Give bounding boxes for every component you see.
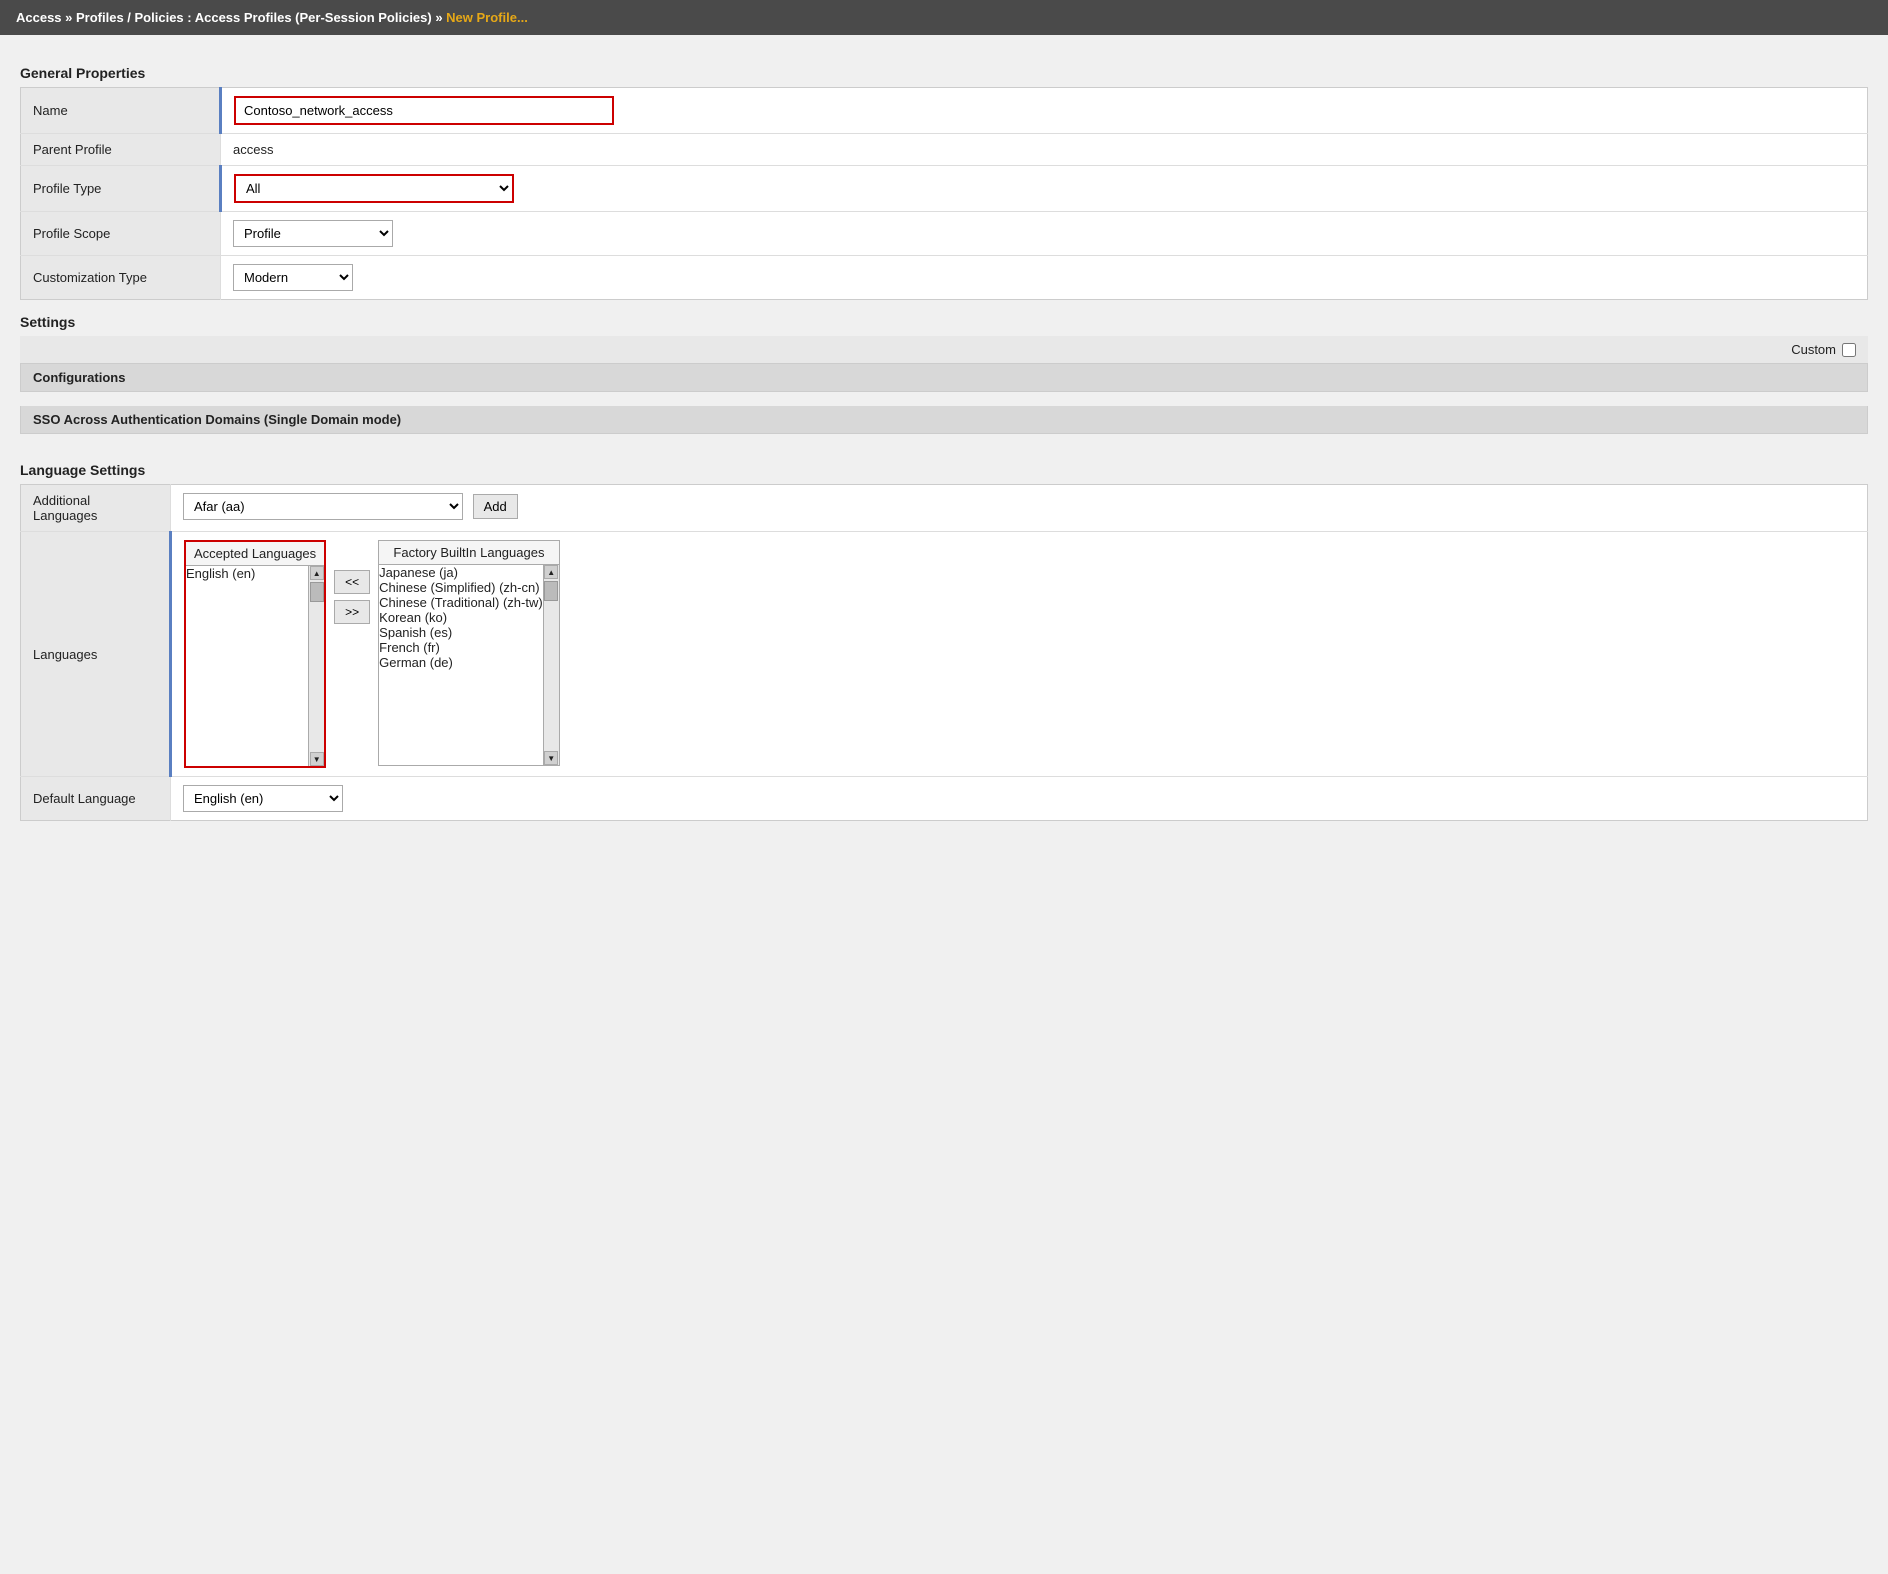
scroll-up-arrow[interactable]: ▲ bbox=[544, 565, 558, 579]
language-settings-table: Additional Languages Afar (aa) Abkhazian… bbox=[20, 484, 1868, 821]
list-item[interactable]: Chinese (Traditional) (zh-tw) bbox=[379, 595, 543, 610]
default-language-row: Default Language English (en) Japanese (… bbox=[21, 777, 1868, 821]
profile-scope-select[interactable]: Profile Global Named bbox=[233, 220, 393, 247]
transfer-left-button[interactable]: << bbox=[334, 570, 370, 594]
customization-type-label: Customization Type bbox=[21, 256, 221, 300]
custom-checkbox[interactable] bbox=[1842, 343, 1856, 357]
default-language-select[interactable]: English (en) Japanese (ja) Chinese (Simp… bbox=[183, 785, 343, 812]
language-settings-heading: Language Settings bbox=[20, 462, 1868, 478]
list-item[interactable]: Chinese (Simplified) (zh-cn) bbox=[379, 580, 543, 595]
list-item[interactable]: Japanese (ja) bbox=[379, 565, 543, 580]
general-properties-table: Name Parent Profile access Profile Type … bbox=[20, 87, 1868, 300]
scroll-down-arrow[interactable]: ▼ bbox=[310, 752, 324, 766]
list-item[interactable]: Korean (ko) bbox=[379, 610, 543, 625]
breadcrumb-base: Access » Profiles / Policies : Access Pr… bbox=[16, 10, 446, 25]
general-properties-heading: General Properties bbox=[20, 65, 1868, 81]
language-boxes-container: Accepted Languages English (en) ▲ ▼ bbox=[184, 540, 1855, 768]
breadcrumb: Access » Profiles / Policies : Access Pr… bbox=[0, 0, 1888, 35]
profile-scope-row: Profile Scope Profile Global Named bbox=[21, 212, 1868, 256]
profile-type-value-cell: All LTM-APM SSL-VPN Named bbox=[221, 166, 1868, 212]
transfer-buttons: << >> bbox=[334, 540, 370, 624]
customization-type-value-cell: Modern Standard bbox=[221, 256, 1868, 300]
list-item[interactable]: French (fr) bbox=[379, 640, 543, 655]
accepted-listbox-wrapper: English (en) ▲ ▼ bbox=[186, 566, 324, 766]
settings-heading: Settings bbox=[20, 314, 1868, 330]
default-language-control-cell: English (en) Japanese (ja) Chinese (Simp… bbox=[171, 777, 1868, 821]
languages-label: Languages bbox=[21, 532, 171, 777]
default-language-label: Default Language bbox=[21, 777, 171, 821]
accepted-listbox[interactable]: English (en) bbox=[186, 566, 308, 766]
factory-builtIn-box: Factory BuiltIn Languages Japanese (ja) … bbox=[378, 540, 560, 766]
scroll-thumb[interactable] bbox=[310, 582, 324, 602]
parent-profile-label: Parent Profile bbox=[21, 134, 221, 166]
factory-listbox-wrapper: Japanese (ja) Chinese (Simplified) (zh-c… bbox=[379, 565, 559, 765]
name-value-cell bbox=[221, 88, 1868, 134]
scroll-thumb[interactable] bbox=[544, 581, 558, 601]
additional-languages-select[interactable]: Afar (aa) Abkhazian (ab) Afrikaans (af) … bbox=[183, 493, 463, 520]
profile-scope-label: Profile Scope bbox=[21, 212, 221, 256]
accepted-scrollbar: ▲ ▼ bbox=[308, 566, 324, 766]
scroll-down-arrow[interactable]: ▼ bbox=[544, 751, 558, 765]
configurations-heading: Configurations bbox=[20, 364, 1868, 392]
sso-heading: SSO Across Authentication Domains (Singl… bbox=[20, 406, 1868, 434]
factory-listbox[interactable]: Japanese (ja) Chinese (Simplified) (zh-c… bbox=[379, 565, 543, 765]
list-item[interactable]: Spanish (es) bbox=[379, 625, 543, 640]
list-item[interactable]: German (de) bbox=[379, 655, 543, 670]
breadcrumb-highlight: New Profile... bbox=[446, 10, 528, 25]
customization-type-row: Customization Type Modern Standard bbox=[21, 256, 1868, 300]
additional-languages-label: Additional Languages bbox=[21, 485, 171, 532]
accepted-languages-header: Accepted Languages bbox=[186, 542, 324, 566]
profile-type-label: Profile Type bbox=[21, 166, 221, 212]
list-item[interactable]: English (en) bbox=[186, 566, 308, 581]
additional-languages-control-cell: Afar (aa) Abkhazian (ab) Afrikaans (af) … bbox=[171, 485, 1868, 532]
add-language-button[interactable]: Add bbox=[473, 494, 518, 519]
scroll-up-arrow[interactable]: ▲ bbox=[310, 566, 324, 580]
name-input[interactable] bbox=[234, 96, 614, 125]
custom-label: Custom bbox=[1791, 342, 1836, 357]
additional-languages-row: Additional Languages Afar (aa) Abkhazian… bbox=[21, 485, 1868, 532]
factory-scrollbar: ▲ ▼ bbox=[543, 565, 559, 765]
name-label: Name bbox=[21, 88, 221, 134]
languages-row: Languages Accepted Languages English (en… bbox=[21, 532, 1868, 777]
profile-scope-value-cell: Profile Global Named bbox=[221, 212, 1868, 256]
profile-type-row: Profile Type All LTM-APM SSL-VPN Named bbox=[21, 166, 1868, 212]
name-row: Name bbox=[21, 88, 1868, 134]
languages-control-cell: Accepted Languages English (en) ▲ ▼ bbox=[171, 532, 1868, 777]
parent-profile-row: Parent Profile access bbox=[21, 134, 1868, 166]
transfer-right-button[interactable]: >> bbox=[334, 600, 370, 624]
parent-profile-value: access bbox=[221, 134, 1868, 166]
profile-type-select[interactable]: All LTM-APM SSL-VPN Named bbox=[234, 174, 514, 203]
factory-builtIn-header: Factory BuiltIn Languages bbox=[379, 541, 559, 565]
settings-custom-row: Custom bbox=[20, 336, 1868, 364]
accepted-languages-box: Accepted Languages English (en) ▲ ▼ bbox=[184, 540, 326, 768]
customization-type-select[interactable]: Modern Standard bbox=[233, 264, 353, 291]
